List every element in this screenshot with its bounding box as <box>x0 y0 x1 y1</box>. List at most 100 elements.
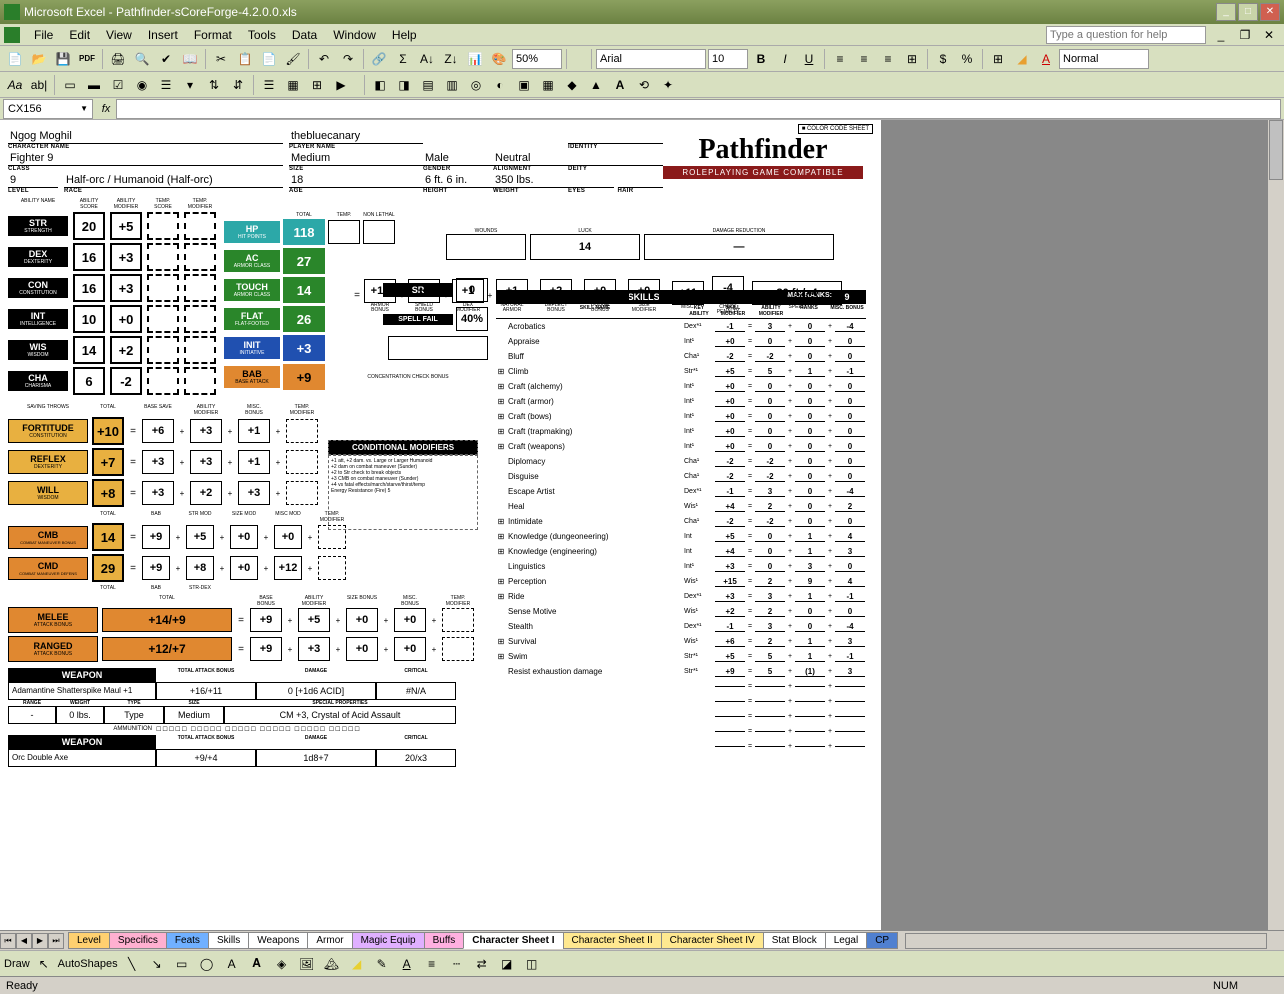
fill-icon[interactable]: ◢ <box>346 953 368 975</box>
tb-icon10[interactable]: ▲ <box>585 74 607 96</box>
sheet-tab[interactable]: Level <box>68 932 110 949</box>
fill-color-icon[interactable]: ◢ <box>1011 48 1033 70</box>
bold-icon[interactable]: B <box>750 48 772 70</box>
menu-file[interactable]: File <box>26 26 61 44</box>
menu-tools[interactable]: Tools <box>240 26 284 44</box>
tb-icon11[interactable]: A <box>609 74 631 96</box>
research-icon[interactable]: 📖 <box>179 48 201 70</box>
draw-menu[interactable]: Draw <box>4 958 30 970</box>
name-box[interactable]: CX156▼ <box>3 99 93 119</box>
select-icon[interactable]: ↖ <box>33 953 55 975</box>
menu-insert[interactable]: Insert <box>140 26 186 44</box>
diagram-icon[interactable]: ◈ <box>271 953 293 975</box>
wordart-icon[interactable]: 𝐀 <box>246 953 268 975</box>
preview-icon[interactable]: 🔍 <box>131 48 153 70</box>
undo-icon[interactable]: ↶ <box>313 48 335 70</box>
line-color-icon[interactable]: ✎ <box>371 953 393 975</box>
sheet-tab[interactable]: Legal <box>825 932 867 949</box>
sheet-tab[interactable]: Character Sheet IV <box>661 932 764 949</box>
horizontal-scrollbar[interactable] <box>905 933 1267 949</box>
3d-icon[interactable]: ◫ <box>521 953 543 975</box>
tb-icon12[interactable]: ⟲ <box>633 74 655 96</box>
worksheet[interactable]: ■ COLOR CODE SHEET Ngog Moghil CHARACTER… <box>0 120 882 930</box>
checkbox-icon[interactable]: ☑ <box>107 74 129 96</box>
drawing-icon[interactable]: 🎨 <box>488 48 510 70</box>
tb-icon7[interactable]: ▣ <box>513 74 535 96</box>
textbox-draw-icon[interactable]: A <box>221 953 243 975</box>
textbox-icon[interactable]: ab| <box>28 74 50 96</box>
app-icon[interactable] <box>4 27 20 43</box>
doc-close-button[interactable]: ✕ <box>1258 24 1280 46</box>
doc-restore-button[interactable]: ❐ <box>1234 24 1256 46</box>
borders-icon[interactable]: ⊞ <box>987 48 1009 70</box>
group-box-icon[interactable]: ▭ <box>59 74 81 96</box>
percent-icon[interactable]: % <box>956 48 978 70</box>
shadow-icon[interactable]: ◪ <box>496 953 518 975</box>
merge-icon[interactable]: ⊞ <box>901 48 923 70</box>
cut-icon[interactable]: ✂ <box>210 48 232 70</box>
sheet-tab[interactable]: Armor <box>307 932 352 949</box>
fx-icon[interactable]: fx <box>96 103 116 115</box>
sheet-tab[interactable]: Weapons <box>248 932 308 949</box>
spinner-icon[interactable]: ⇵ <box>227 74 249 96</box>
paste-icon[interactable]: 📄 <box>258 48 280 70</box>
run-icon[interactable]: ▶ <box>330 74 352 96</box>
redo-icon[interactable]: ↷ <box>337 48 359 70</box>
spell-icon[interactable]: ✔ <box>155 48 177 70</box>
print-icon[interactable]: 🖨 <box>107 48 129 70</box>
currency-icon[interactable]: $ <box>932 48 954 70</box>
font-select[interactable] <box>596 49 706 69</box>
autoshapes-menu[interactable]: AutoShapes <box>58 958 118 970</box>
tb-icon2[interactable]: ◨ <box>393 74 415 96</box>
tb-icon4[interactable]: ▥ <box>441 74 463 96</box>
italic-icon[interactable]: I <box>774 48 796 70</box>
font-color-icon[interactable]: A <box>1035 48 1057 70</box>
sheet-tab[interactable]: Specifics <box>109 932 167 949</box>
sheet-tab[interactable]: Character Sheet II <box>563 932 662 949</box>
autosum-icon[interactable]: Σ <box>392 48 414 70</box>
sheet-tab[interactable]: Feats <box>166 932 209 949</box>
dash-style-icon[interactable]: ┄ <box>446 953 468 975</box>
rect-icon[interactable]: ▭ <box>171 953 193 975</box>
tb-icon9[interactable]: ◆ <box>561 74 583 96</box>
align-center-icon[interactable]: ≡ <box>853 48 875 70</box>
vertical-scrollbar[interactable] <box>1267 120 1284 930</box>
sheet-tab[interactable]: Magic Equip <box>352 932 425 949</box>
line-icon[interactable]: ╲ <box>121 953 143 975</box>
menu-format[interactable]: Format <box>186 26 240 44</box>
line-style-icon[interactable]: ≡ <box>421 953 443 975</box>
tb-icon8[interactable]: ▦ <box>537 74 559 96</box>
sort-desc-icon[interactable]: Z↓ <box>440 48 462 70</box>
props-icon[interactable]: ☰ <box>258 74 280 96</box>
button-icon[interactable]: ▬ <box>83 74 105 96</box>
save-icon[interactable]: 💾 <box>52 48 74 70</box>
code-icon[interactable]: ▦ <box>282 74 304 96</box>
style-select[interactable] <box>1059 49 1149 69</box>
chart-icon[interactable]: 📊 <box>464 48 486 70</box>
toggle-grid-icon[interactable]: ⊞ <box>306 74 328 96</box>
tb-icon3[interactable]: ▤ <box>417 74 439 96</box>
tab-next-icon[interactable]: ▶ <box>32 933 48 949</box>
align-left-icon[interactable]: ≡ <box>829 48 851 70</box>
hyperlink-icon[interactable]: 🔗 <box>368 48 390 70</box>
sheet-tab[interactable]: Buffs <box>424 932 465 949</box>
tb-icon13[interactable]: ✦ <box>657 74 679 96</box>
close-button[interactable]: ✕ <box>1260 3 1280 21</box>
doc-minimize-button[interactable]: _ <box>1210 24 1232 46</box>
tab-prev-icon[interactable]: ◀ <box>16 933 32 949</box>
sheet-tab[interactable]: Character Sheet I <box>463 932 563 949</box>
tb-icon6[interactable]: ◐ <box>489 74 511 96</box>
sort-asc-icon[interactable]: A↓ <box>416 48 438 70</box>
menu-edit[interactable]: Edit <box>61 26 98 44</box>
formula-input[interactable] <box>116 99 1281 119</box>
maximize-button[interactable]: □ <box>1238 3 1258 21</box>
new-icon[interactable]: 📄 <box>4 48 26 70</box>
combo-icon[interactable]: ▾ <box>179 74 201 96</box>
clipart-icon[interactable]: 🖼 <box>296 953 318 975</box>
tb-icon1[interactable]: ◧ <box>369 74 391 96</box>
sheet-tab[interactable]: Stat Block <box>763 932 826 949</box>
open-icon[interactable]: 📂 <box>28 48 50 70</box>
align-right-icon[interactable]: ≡ <box>877 48 899 70</box>
picture-icon[interactable]: 🏔 <box>321 953 343 975</box>
format-painter-icon[interactable]: 🖌 <box>282 48 304 70</box>
